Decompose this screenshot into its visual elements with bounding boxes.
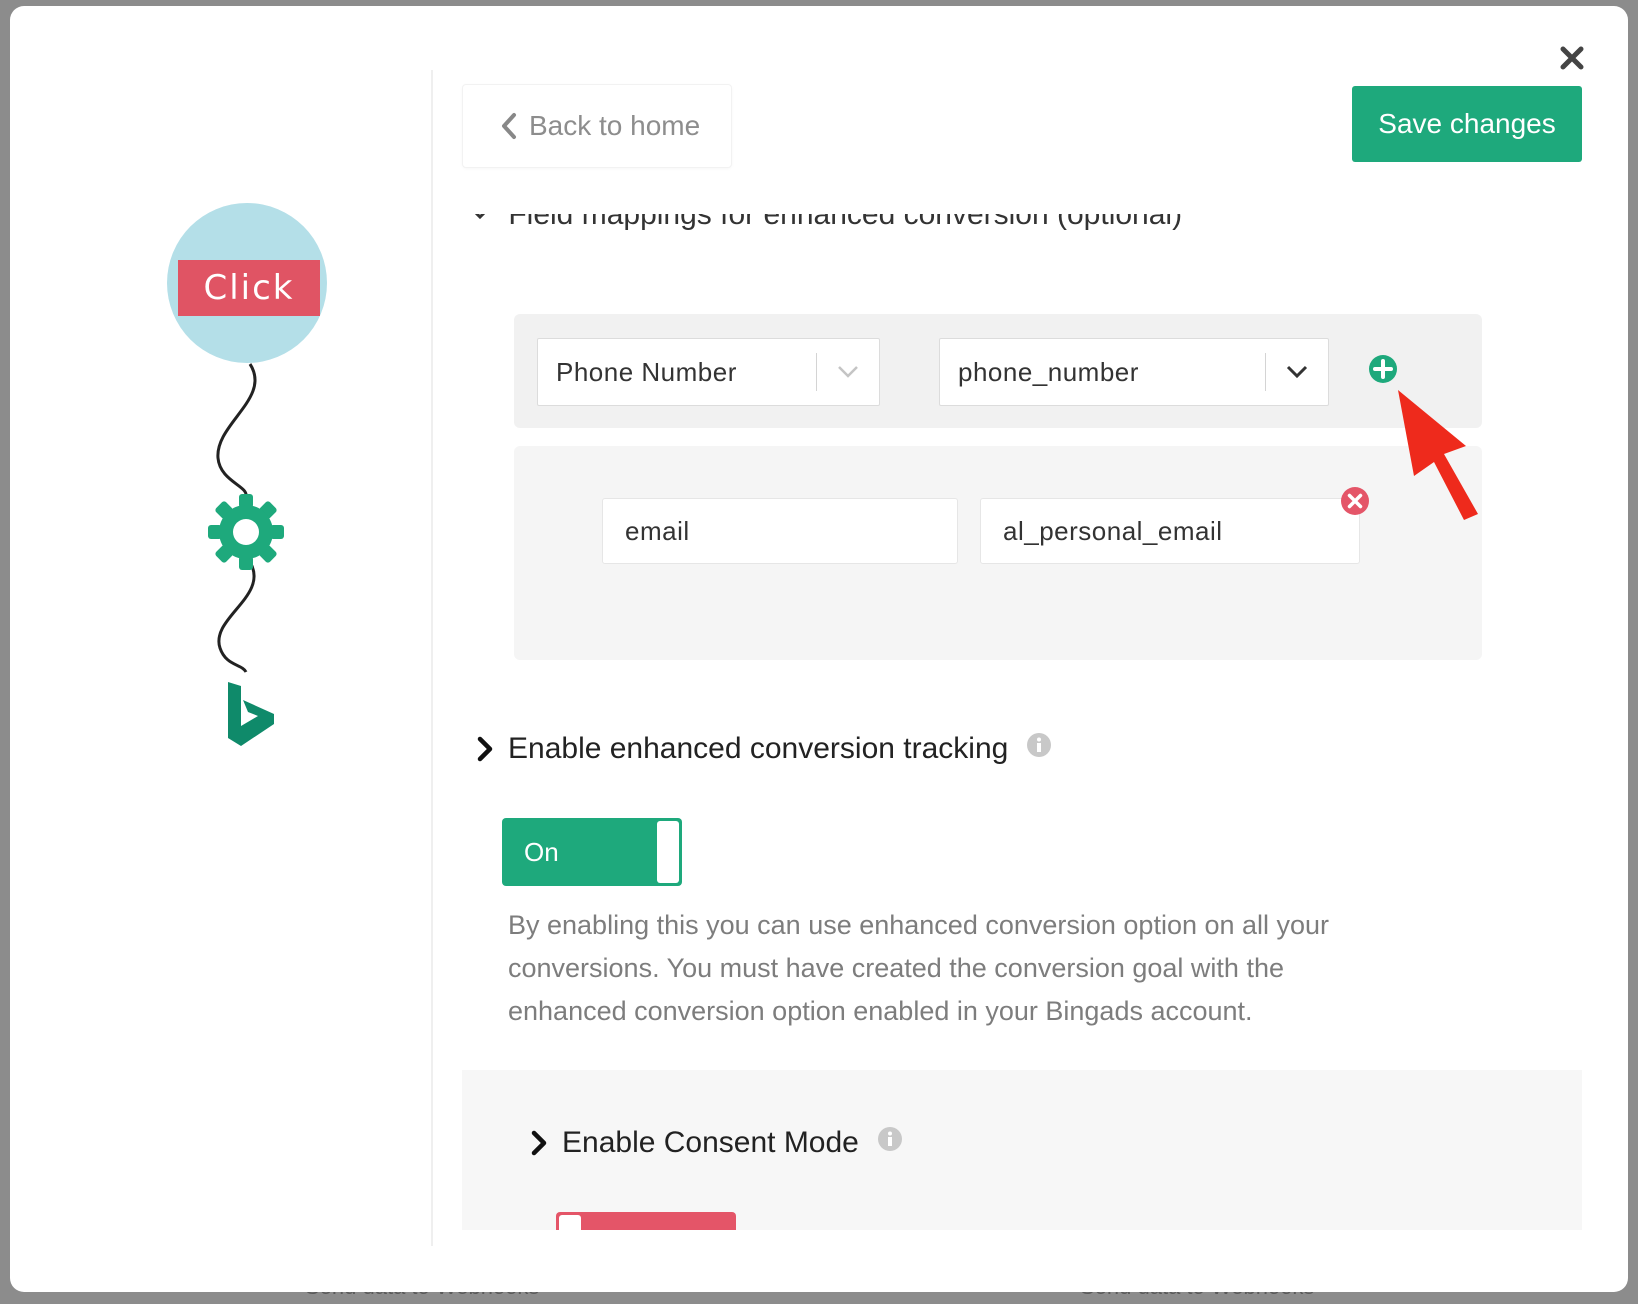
save-changes-button[interactable]: Save changes xyxy=(1352,86,1582,162)
gear-icon xyxy=(208,494,284,570)
bing-logo-icon xyxy=(228,682,274,746)
chevron-right-icon xyxy=(531,1130,547,1156)
field-mapping-heading-text: Field mappings for enhanced conversion (… xyxy=(508,214,1183,231)
mapping-row: email al_personal_email xyxy=(514,446,1482,660)
chevron-down-icon xyxy=(1266,365,1328,379)
toggle-knob xyxy=(559,1215,581,1230)
enhanced-tracking-label: Enable enhanced conversion tracking xyxy=(508,732,1009,765)
flow-illustration: Click xyxy=(10,6,430,1292)
target-field-value: phone_number xyxy=(958,356,1139,387)
panel-divider xyxy=(431,70,433,1246)
target-field-select[interactable]: phone_number xyxy=(939,338,1329,406)
consent-mode-toggle[interactable] xyxy=(556,1212,736,1230)
consent-mode-header[interactable]: Enable Consent Mode xyxy=(530,1126,903,1160)
info-icon[interactable] xyxy=(1026,732,1052,766)
remove-circle-icon xyxy=(1341,487,1369,515)
chevron-left-icon xyxy=(502,113,516,139)
remove-mapping-button[interactable] xyxy=(1340,486,1370,521)
chevron-right-icon xyxy=(477,736,493,762)
source-field-select[interactable]: Phone Number xyxy=(537,338,880,406)
settings-modal: Click Back to home Save changes Field ma… xyxy=(10,6,1628,1292)
annotation-arrow-icon xyxy=(1398,390,1478,520)
close-icon xyxy=(1560,46,1584,70)
info-icon[interactable] xyxy=(877,1126,903,1160)
enhanced-tracking-header[interactable]: Enable enhanced conversion tracking xyxy=(476,732,1052,766)
back-to-home-label: Back to home xyxy=(529,110,701,141)
source-field-input[interactable]: email xyxy=(602,498,958,564)
source-field-value: Phone Number xyxy=(556,356,737,387)
mapping-row: Phone Number phone_number xyxy=(514,314,1482,428)
consent-mode-panel: Enable Consent Mode xyxy=(462,1070,1582,1230)
back-to-home-button[interactable]: Back to home xyxy=(462,84,732,168)
chevron-down-icon xyxy=(474,214,486,220)
close-button[interactable] xyxy=(1558,44,1586,72)
trigger-click-label: Click xyxy=(178,260,320,316)
plus-circle-icon xyxy=(1369,355,1397,383)
enhanced-tracking-toggle[interactable]: On xyxy=(502,818,682,886)
consent-mode-label: Enable Consent Mode xyxy=(562,1126,859,1159)
toggle-knob xyxy=(657,821,679,883)
add-mapping-button[interactable] xyxy=(1368,354,1398,389)
connector-line-top xyxy=(216,363,257,497)
target-field-input[interactable]: al_personal_email xyxy=(980,498,1360,564)
chevron-down-icon xyxy=(817,365,879,379)
connector-line-bottom xyxy=(217,561,256,673)
flow-diagram xyxy=(167,203,327,746)
enhanced-tracking-description: By enabling this you can use enhanced co… xyxy=(508,910,1330,1026)
field-mapping-heading: Field mappings for enhanced conversion (… xyxy=(470,214,1182,236)
toggle-state-label: On xyxy=(524,836,559,867)
